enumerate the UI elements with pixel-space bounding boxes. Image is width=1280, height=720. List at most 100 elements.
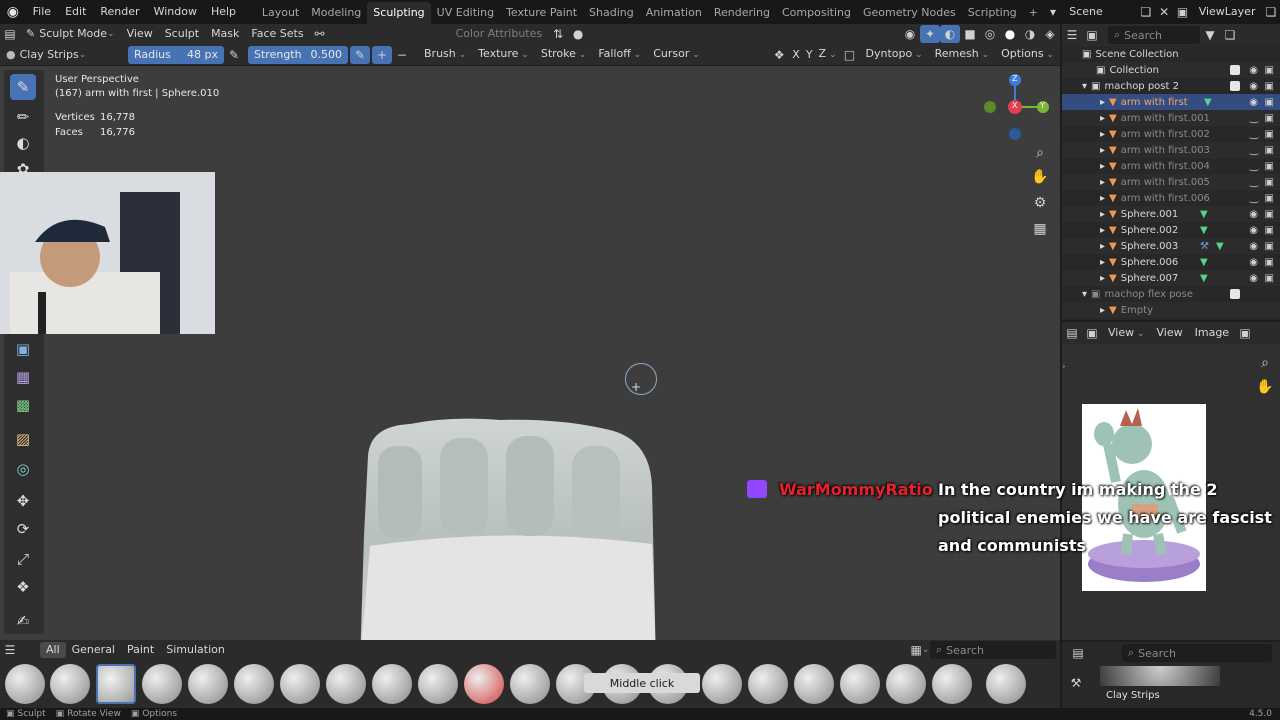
tab-texture-paint[interactable]: Texture Paint [500, 2, 583, 24]
stroke-menu[interactable]: Stroke [535, 44, 592, 65]
eye-closed-icon[interactable]: ‿ [1250, 193, 1258, 204]
blender-logo-icon[interactable]: ◉ [0, 0, 26, 24]
brush-thumbnail[interactable] [702, 664, 742, 704]
shelf-tab-simulation[interactable]: Simulation [160, 640, 231, 660]
outliner-row[interactable]: ▸ ▼ Sphere.007 ▼ ◉ ▣ [1062, 270, 1280, 286]
menu-sculpt[interactable]: Sculpt [159, 24, 205, 44]
axis-x-toggle[interactable]: X [789, 45, 803, 65]
brush-thumbnail[interactable] [326, 664, 366, 704]
camera-icon[interactable]: ▣ [1265, 81, 1274, 92]
transform-tool-icon[interactable]: ❖ [10, 574, 36, 600]
expand-icon[interactable]: ▸ [1100, 113, 1105, 124]
image-pan-hand-icon[interactable]: ✋ [1254, 376, 1276, 398]
view-layer-selector[interactable]: ViewLayer [1192, 0, 1262, 24]
shelf-tab-general[interactable]: General [66, 640, 121, 660]
brush-thumbnail[interactable] [418, 664, 458, 704]
falloff-menu[interactable]: Falloff [592, 44, 647, 65]
scale-tool-icon[interactable]: ⤢ [10, 546, 36, 572]
outliner-row[interactable]: ▸ ▼ arm with first.002 ‿ ▣ [1062, 126, 1280, 142]
expand-icon[interactable]: ▸ [1100, 241, 1105, 252]
tab-rendering[interactable]: Rendering [708, 2, 776, 24]
sidebar-toggle-icon[interactable]: › [1062, 362, 1066, 372]
brush-thumbnail[interactable] [886, 664, 926, 704]
eye-closed-icon[interactable]: ‿ [1250, 161, 1258, 172]
image-view-mode[interactable]: View [1102, 323, 1151, 344]
solid-shading-icon[interactable]: ● [1000, 25, 1020, 43]
tab-layout[interactable]: Layout [256, 2, 305, 24]
move-tool-icon[interactable]: ✥ [10, 488, 36, 514]
tab-animation[interactable]: Animation [640, 2, 708, 24]
expand-icon[interactable]: ▸ [1100, 209, 1105, 220]
outliner-search-input[interactable]: ⌕ Search [1108, 26, 1200, 44]
outliner-row[interactable]: ▣ Collection ◉ ▣ [1062, 62, 1280, 78]
eye-icon[interactable]: ◉ [1249, 97, 1258, 108]
outliner-row[interactable]: ▸ ▼ arm with first.003 ‿ ▣ [1062, 142, 1280, 158]
expand-icon[interactable]: ▸ [1100, 257, 1105, 268]
menu-window[interactable]: Window [147, 0, 204, 24]
camera-icon[interactable]: ▣ [1265, 113, 1274, 124]
camera-icon[interactable]: ▣ [1265, 161, 1274, 172]
outliner-row[interactable]: ▸ ▼ Sphere.002 ▼ ◉ ▣ [1062, 222, 1280, 238]
outliner-row[interactable]: ▾ ▣ machop post 2 ◉ ▣ [1062, 78, 1280, 94]
expand-icon[interactable]: ▸ [1100, 305, 1105, 316]
menu-edit[interactable]: Edit [58, 0, 93, 24]
brush-thumbnail-active[interactable] [96, 664, 136, 704]
outliner-row[interactable]: ▸ ▼ Empty [1062, 302, 1280, 318]
xray-icon[interactable]: ■ [960, 25, 980, 43]
rendered-shading-icon[interactable]: ◈ [1040, 25, 1060, 43]
outliner-row[interactable]: ▸ ▼ Sphere.003 ⚒ ▼ ◉ ▣ [1062, 238, 1280, 254]
image-editor-type-icon[interactable]: ▤ [1062, 324, 1082, 342]
outliner-row[interactable]: ▸ ▼ arm with first.004 ‿ ▣ [1062, 158, 1280, 174]
expand-icon[interactable]: ▸ [1100, 129, 1105, 140]
camera-icon[interactable]: ▣ [1265, 273, 1274, 284]
brush-panel-editor-icon[interactable]: ▤ [1068, 644, 1088, 662]
radius-pen-icon[interactable]: ✎ [224, 46, 244, 64]
face-set-tool-icon[interactable]: ▩ [10, 392, 36, 418]
brush-thumbnail[interactable] [932, 664, 972, 704]
draw-sharp-tool-icon[interactable]: ✏ [10, 104, 36, 130]
box-mask-tool-icon[interactable]: ▦ [10, 364, 36, 390]
brush-menu[interactable]: Brush [418, 44, 472, 65]
camera-icon[interactable]: ▣ [1265, 241, 1274, 252]
eye-icon[interactable]: ◉ [1249, 209, 1258, 220]
expand-icon[interactable]: ▾ [1082, 81, 1087, 92]
axis-z-toggle[interactable]: Z [816, 44, 840, 65]
menu-help[interactable]: Help [204, 0, 243, 24]
expand-icon[interactable]: ▸ [1100, 145, 1105, 156]
new-view-layer-icon[interactable]: ❏ [1262, 3, 1280, 21]
tab-modeling[interactable]: Modeling [305, 2, 367, 24]
dyntopo-checkbox[interactable]: □ [840, 46, 860, 64]
shelf-menu-icon[interactable]: ☰ [0, 641, 20, 659]
menu-render[interactable]: Render [93, 0, 146, 24]
mesh-filter-icon[interactable]: ◎ [10, 456, 36, 482]
menu-mask[interactable]: Mask [205, 24, 245, 44]
tab-sculpting[interactable]: Sculpting [367, 2, 431, 24]
texture-menu[interactable]: Texture [472, 44, 535, 65]
radius-field[interactable]: Radius 48 px [128, 45, 224, 64]
3d-viewport[interactable]: User Perspective (167) arm with first | … [0, 66, 1060, 660]
expand-icon[interactable]: ▸ [1100, 193, 1105, 204]
color-attributes-dropdown[interactable]: Color Attributes [450, 24, 549, 44]
image-zoom-icon[interactable]: ⌕ [1254, 352, 1276, 374]
eye-closed-icon[interactable]: ‿ [1250, 177, 1258, 188]
eye-closed-icon[interactable]: ‿ [1250, 129, 1258, 140]
remesh-menu[interactable]: Remesh [929, 44, 996, 65]
draw-tool-icon[interactable]: ✎ [10, 74, 36, 100]
camera-icon[interactable]: ▣ [1265, 97, 1274, 108]
annotate-tool-icon[interactable]: ✍ [10, 608, 36, 634]
camera-icon[interactable]: ▣ [1265, 65, 1274, 76]
camera-icon[interactable]: ▣ [1265, 145, 1274, 156]
mode-selector[interactable]: ✎ Sculpt Mode [20, 24, 121, 44]
expand-icon[interactable]: ▾ [1082, 289, 1087, 300]
outliner-row[interactable]: ▸ ▼ Sphere.001 ▼ ◉ ▣ [1062, 206, 1280, 222]
tab-uv-editing[interactable]: UV Editing [431, 2, 500, 24]
brush-thumbnail[interactable] [986, 664, 1026, 704]
navigation-gizmo[interactable]: Z Y X [980, 72, 1050, 142]
tab-geometry-nodes[interactable]: Geometry Nodes [857, 2, 962, 24]
material-shading-icon[interactable]: ◑ [1020, 25, 1040, 43]
dyntopo-menu[interactable]: Dyntopo [860, 44, 929, 65]
add-direction-icon[interactable]: + [372, 45, 392, 64]
subtract-direction-icon[interactable]: − [392, 46, 412, 64]
expand-icon[interactable]: ▸ [1100, 177, 1105, 188]
strength-pen-icon[interactable]: ✎ [350, 45, 370, 64]
